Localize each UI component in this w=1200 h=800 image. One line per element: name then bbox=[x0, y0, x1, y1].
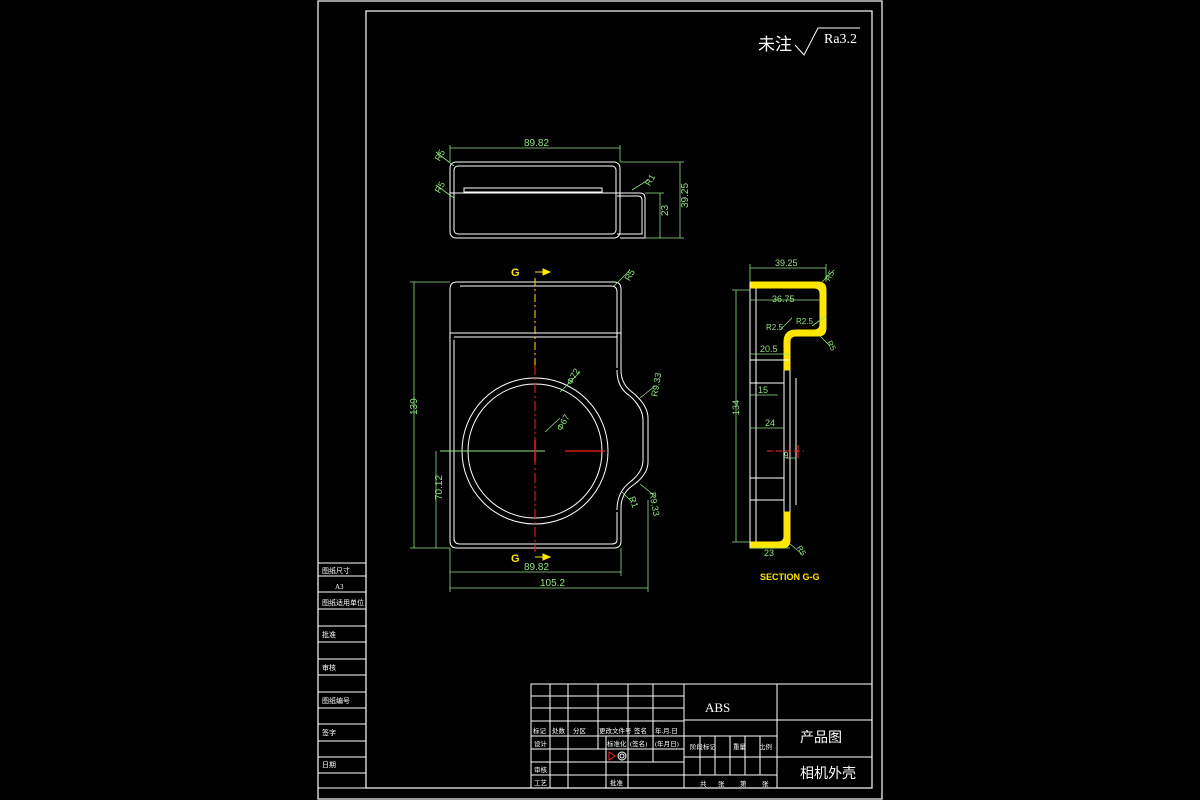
section-dim-24: 24 bbox=[765, 418, 775, 428]
top-radius-left-top: R5 bbox=[433, 148, 447, 163]
section-radius-4: R5 bbox=[825, 339, 838, 353]
sheet-3: 张 bbox=[762, 779, 769, 788]
std-label: 标准化 bbox=[607, 739, 627, 748]
section-radius-1: R5 bbox=[823, 269, 836, 283]
sheet-1: 张 bbox=[718, 779, 725, 788]
section-dim-20: 20.5 bbox=[760, 344, 778, 354]
front-width-inner: 89.82 bbox=[524, 562, 549, 573]
top-height-total: 39.25 bbox=[680, 183, 691, 208]
row-label-0: 设计 bbox=[534, 739, 548, 748]
section-small-dim: 9 bbox=[784, 451, 789, 460]
sheet-0: 共 bbox=[700, 779, 707, 788]
front-height-lower: 70.12 bbox=[434, 475, 445, 500]
hdr-2: 分区 bbox=[573, 726, 587, 735]
front-view bbox=[449, 281, 649, 549]
strip-row-6: 签字 bbox=[322, 728, 336, 737]
section-dim-15: 15 bbox=[758, 385, 768, 395]
section-radius-3: R2.5 bbox=[796, 317, 813, 326]
outer-border bbox=[317, 0, 883, 800]
sheet-2: 第 bbox=[740, 779, 747, 788]
front-radius-corner: R5 bbox=[623, 267, 637, 282]
hdr-3: 更改文件号 bbox=[599, 726, 632, 735]
approve-label: 批准 bbox=[610, 778, 624, 787]
top-view bbox=[449, 161, 646, 239]
front-centerlines bbox=[440, 278, 605, 552]
mid-cell-0: (签名) bbox=[630, 739, 647, 748]
top-radius-right: R1 bbox=[643, 172, 657, 187]
section-title: SECTION G-G bbox=[760, 572, 820, 582]
section-dim-36: 36.75 bbox=[772, 294, 795, 304]
section-dim-134: 134 bbox=[731, 400, 741, 415]
top-width-dim: 89.82 bbox=[524, 138, 549, 149]
stage-2: 比例 bbox=[759, 742, 772, 751]
notch-small-radius: R1 bbox=[627, 495, 640, 509]
notch-top-radius: R9.33 bbox=[649, 372, 663, 397]
section-dim-39: 39.25 bbox=[775, 258, 798, 268]
stage-1: 重量 bbox=[733, 743, 747, 751]
notch-bottom-radius: R9.33 bbox=[647, 491, 661, 516]
hdr-0: 标记 bbox=[533, 726, 547, 735]
part-name: 相机外壳 bbox=[800, 765, 856, 782]
hole-inner-dia: Φ67 bbox=[555, 413, 572, 433]
hole-outer-dia: Φ72 bbox=[565, 367, 582, 387]
front-width-total: 105.2 bbox=[540, 578, 565, 589]
roughness-value: Ra3.2 bbox=[824, 32, 857, 47]
section-dimensions bbox=[732, 264, 835, 555]
surface-finish-note: 未注 Ra3.2 bbox=[758, 27, 860, 56]
top-radius-left-mid: R5 bbox=[433, 180, 447, 195]
section-radius-2: R2.5 bbox=[766, 323, 783, 332]
strip-row-0: 图纸尺寸 bbox=[322, 566, 350, 575]
mid-cell-1: (年月日) bbox=[655, 739, 679, 748]
strip-row-5: 图纸编号 bbox=[322, 696, 350, 705]
strip-row-2: 图纸适用单位 bbox=[322, 598, 364, 607]
strip-row-1: A3 bbox=[335, 583, 344, 591]
hdr-1: 处数 bbox=[552, 726, 566, 735]
section-mark-top: G bbox=[511, 267, 520, 279]
hdr-5: 年.月.日 bbox=[655, 726, 678, 735]
row-label-2: 工艺 bbox=[534, 779, 548, 787]
section-mark-bottom: G bbox=[511, 553, 520, 565]
surface-note-prefix: 未注 bbox=[758, 35, 792, 54]
strip-row-7: 日期 bbox=[322, 761, 336, 769]
top-height-step: 23 bbox=[660, 204, 671, 216]
strip-row-3: 批准 bbox=[322, 630, 336, 639]
material: ABS bbox=[705, 700, 730, 715]
strip-row-4: 审核 bbox=[322, 663, 336, 672]
row-label-1: 审核 bbox=[534, 765, 548, 774]
front-height-total: 139 bbox=[409, 398, 420, 415]
cad-drawing-sheet: 未注 Ra3.2 89.82 R5 R5 R1 39.25 23 G G R5 … bbox=[317, 0, 883, 800]
stage-0: 阶段标记 bbox=[690, 742, 717, 751]
hdr-4: 签名 bbox=[634, 726, 647, 735]
left-strip bbox=[317, 562, 367, 789]
drawing-type: 产品图 bbox=[800, 730, 842, 746]
section-radius-5: R5 bbox=[795, 544, 808, 558]
section-dim-23: 23 bbox=[764, 548, 774, 558]
